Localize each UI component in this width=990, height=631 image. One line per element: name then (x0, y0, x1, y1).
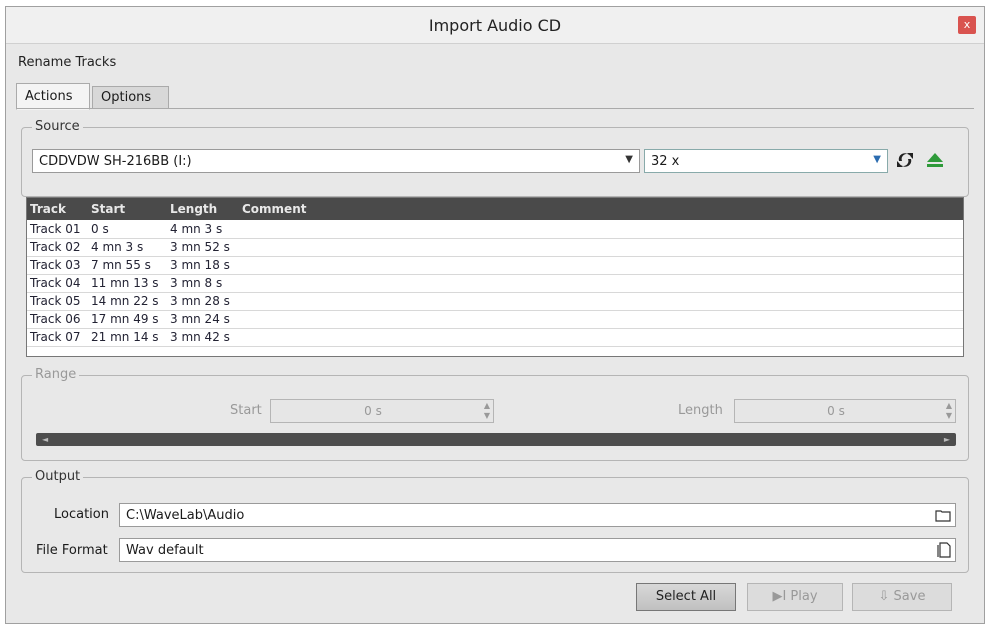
header-comment[interactable]: Comment (242, 202, 306, 216)
scroll-right-icon[interactable]: ► (944, 433, 950, 446)
table-row[interactable]: Track 04 11 mn 13 s 3 mn 8 s (27, 275, 963, 293)
eject-icon[interactable] (924, 150, 946, 172)
range-start-value: 0 s (364, 404, 382, 418)
length-cell: 3 mn 24 s (170, 312, 230, 326)
table-row[interactable]: Track 03 7 mn 55 s 3 mn 18 s (27, 257, 963, 275)
play-button[interactable]: ▶I Play (747, 583, 843, 611)
scroll-left-icon[interactable]: ◄ (42, 433, 48, 446)
length-cell: 4 mn 3 s (170, 222, 223, 236)
start-cell: 4 mn 3 s (91, 240, 144, 254)
track-list-header: Track Start Length Comment (27, 198, 963, 220)
start-cell: 7 mn 55 s (91, 258, 151, 272)
length-cell: 3 mn 18 s (170, 258, 230, 272)
start-cell: 17 mn 49 s (91, 312, 159, 326)
import-audio-cd-dialog: Import Audio CD x Rename Tracks Actions … (5, 6, 985, 624)
start-cell: 11 mn 13 s (91, 276, 159, 290)
start-cell: 0 s (91, 222, 109, 236)
close-button[interactable]: x (958, 16, 976, 34)
range-start-label: Start (230, 403, 262, 418)
track-cell: Track 04 (30, 276, 81, 290)
table-row[interactable]: Track 05 14 mn 22 s 3 mn 28 s (27, 293, 963, 311)
output-legend: Output (32, 469, 84, 484)
track-cell: Track 02 (30, 240, 81, 254)
table-row[interactable]: Track 01 0 s 4 mn 3 s (27, 221, 963, 239)
spin-arrows-icon: ▲ ▼ (483, 401, 490, 420)
location-field[interactable]: C:\WaveLab\Audio (119, 503, 956, 527)
tab-actions[interactable]: Actions (16, 83, 90, 110)
track-cell: Track 01 (30, 222, 81, 236)
table-row[interactable]: Track 06 17 mn 49 s 3 mn 24 s (27, 311, 963, 329)
save-button[interactable]: ⇩ Save (852, 583, 952, 611)
range-length-value: 0 s (827, 404, 845, 418)
refresh-icon[interactable] (894, 150, 916, 172)
dialog-title: Import Audio CD (428, 16, 562, 35)
location-value: C:\WaveLab\Audio (126, 508, 245, 523)
play-button-label: Play (790, 589, 818, 604)
tab-options[interactable]: Options (92, 86, 169, 109)
drive-select[interactable]: CDDVDW SH-216BB (I:) ▼ (32, 149, 640, 173)
play-icon: ▶I (772, 589, 791, 604)
select-all-button[interactable]: Select All (636, 583, 736, 611)
table-row[interactable]: Track 02 4 mn 3 s 3 mn 52 s (27, 239, 963, 257)
drive-select-value: CDDVDW SH-216BB (I:) (39, 154, 192, 169)
rename-tracks-label: Rename Tracks (18, 55, 117, 70)
save-icon: ⇩ (878, 589, 894, 604)
file-format-label: File Format (36, 543, 108, 558)
length-cell: 3 mn 42 s (170, 330, 230, 344)
chevron-down-icon: ▼ (873, 154, 881, 165)
length-cell: 3 mn 8 s (170, 276, 223, 290)
speed-select[interactable]: 32 x ▼ (644, 149, 888, 173)
source-legend: Source (32, 119, 83, 134)
header-start[interactable]: Start (91, 202, 125, 216)
header-length[interactable]: Length (170, 202, 217, 216)
range-length-label: Length (678, 403, 723, 418)
header-track[interactable]: Track (30, 202, 66, 216)
track-list[interactable]: Track Start Length Comment Track 01 0 s … (26, 197, 964, 357)
range-scrollbar[interactable]: ◄ ► (36, 433, 956, 446)
save-button-label: Save (893, 589, 926, 604)
length-cell: 3 mn 28 s (170, 294, 230, 308)
file-format-value: Wav default (126, 543, 204, 558)
track-cell: Track 06 (30, 312, 81, 326)
table-row[interactable]: Track 07 21 mn 14 s 3 mn 42 s (27, 329, 963, 347)
location-label: Location (54, 507, 109, 522)
folder-icon[interactable] (935, 505, 951, 527)
track-cell: Track 03 (30, 258, 81, 272)
document-icon[interactable] (937, 540, 951, 562)
speed-select-value: 32 x (651, 154, 680, 169)
track-cell: Track 07 (30, 330, 81, 344)
title-bar: Import Audio CD x (6, 7, 984, 44)
range-length-stepper: 0 s ▲ ▼ (734, 399, 956, 423)
spin-arrows-icon: ▲ ▼ (945, 401, 952, 420)
start-cell: 14 mn 22 s (91, 294, 159, 308)
file-format-field[interactable]: Wav default (119, 538, 956, 562)
start-cell: 21 mn 14 s (91, 330, 159, 344)
range-legend: Range (32, 367, 80, 382)
chevron-down-icon: ▼ (625, 154, 633, 165)
range-start-stepper: 0 s ▲ ▼ (270, 399, 494, 423)
length-cell: 3 mn 52 s (170, 240, 230, 254)
track-cell: Track 05 (30, 294, 81, 308)
